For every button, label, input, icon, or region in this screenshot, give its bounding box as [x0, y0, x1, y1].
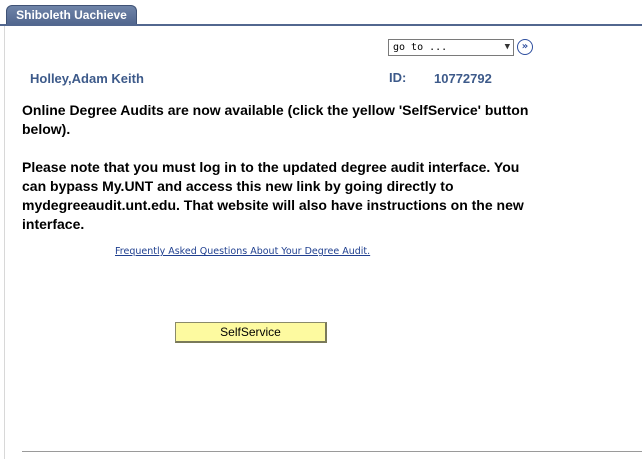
announcement-message: Online Degree Audits are now available (… — [22, 101, 542, 234]
chevron-down-icon: ▼ — [504, 42, 510, 52]
faq-link[interactable]: Frequently Asked Questions About Your De… — [115, 246, 370, 257]
announcement-line-availability: Online Degree Audits are now available (… — [22, 102, 529, 137]
double-chevron-right-icon: » — [521, 41, 529, 52]
student-id-value: 10772792 — [434, 71, 492, 86]
selfservice-button[interactable]: SelfService — [175, 322, 327, 343]
goto-selected-value: go to ... — [393, 42, 448, 53]
page: Shiboleth Uachieve go to ... ▼ » Holley,… — [0, 0, 642, 459]
announcement-line-login-note: Please note that you must log in to the … — [22, 159, 524, 232]
goto-dropdown[interactable]: go to ... ▼ — [388, 39, 514, 56]
bottom-divider — [22, 451, 642, 452]
student-name: Holley,Adam Keith — [30, 71, 144, 86]
tab-underline — [0, 24, 642, 26]
content-left-border — [4, 26, 5, 459]
go-button[interactable]: » — [517, 39, 533, 55]
tab-shiboleth-uachieve[interactable]: Shiboleth Uachieve — [6, 5, 137, 24]
student-id-label: ID: — [389, 70, 407, 85]
